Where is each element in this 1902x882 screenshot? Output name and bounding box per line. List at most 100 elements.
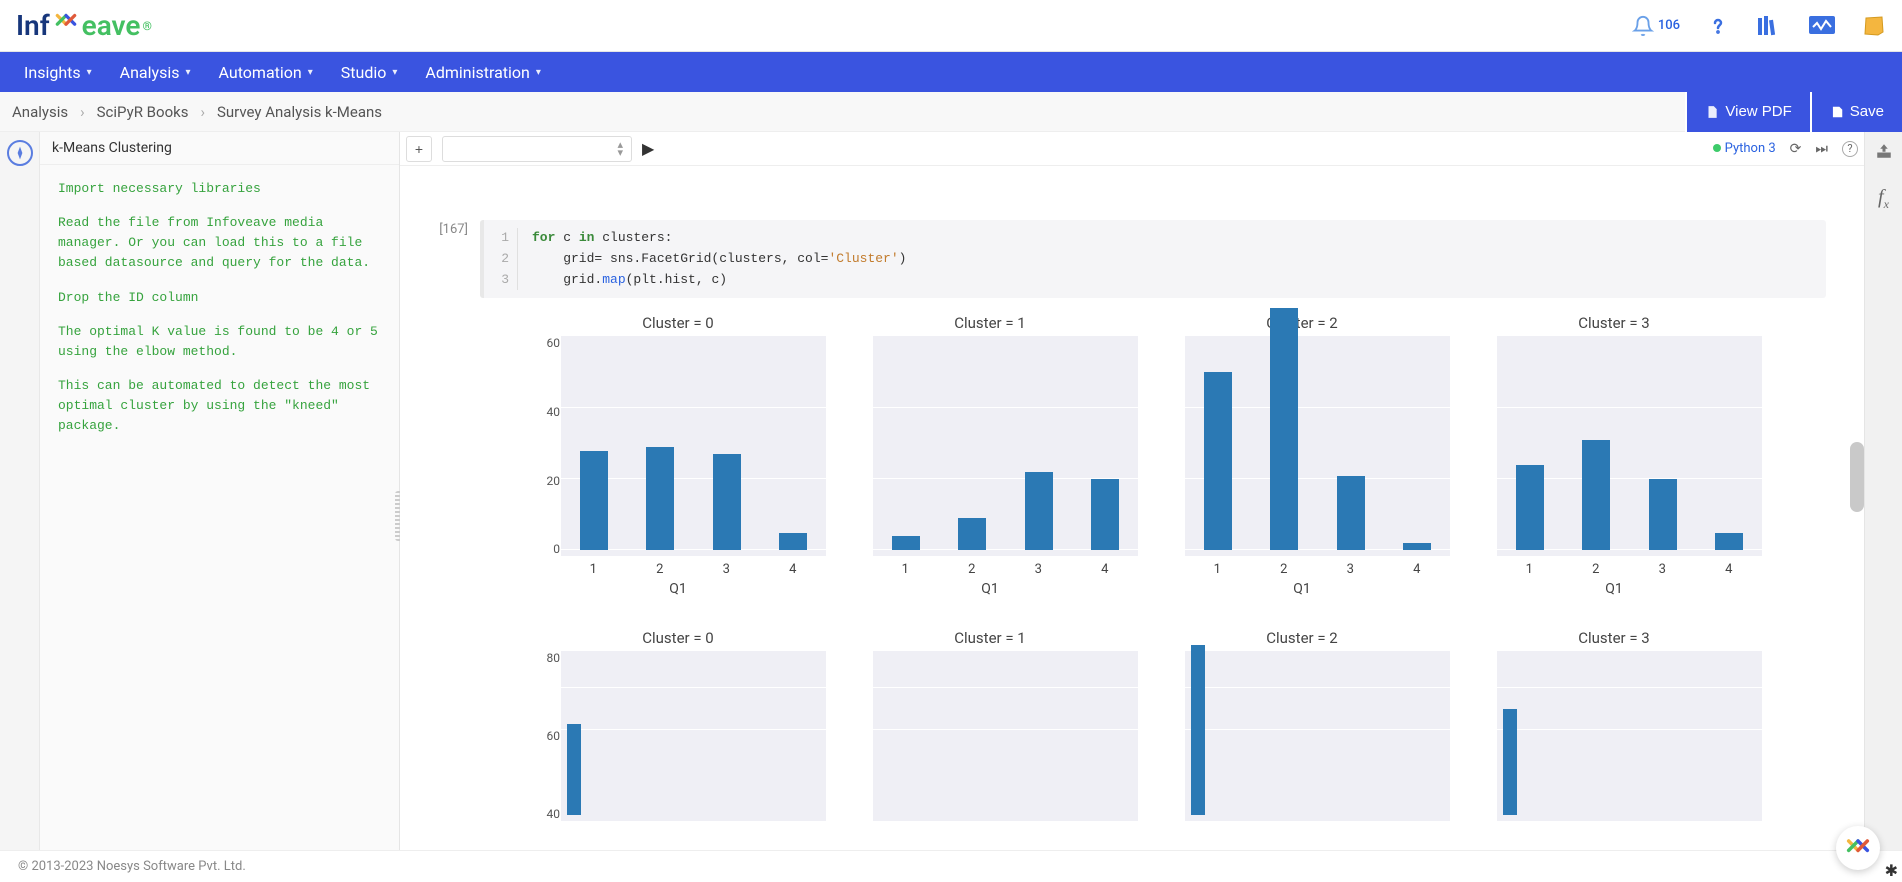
run-all-button[interactable]: ⏭ [1815,141,1828,157]
sidebar-note: Drop the ID column [58,288,381,308]
nav-analysis[interactable]: Analysis▾ [106,52,205,92]
plot-area [1496,336,1762,556]
chart-bar [1204,372,1232,550]
cell-prompt: [167] [420,220,480,831]
line-gutter: 123 [484,228,518,290]
add-cell-button[interactable]: + [406,136,432,162]
plot-area [1496,651,1762,821]
x-axis-label: Q1 [842,577,1138,597]
chart-bar [1025,472,1053,550]
topbar: Inf eave ® 106 [0,0,1902,52]
x-axis: 1234 [1466,556,1762,577]
plot-area [560,336,826,556]
floating-logo-button[interactable] [1836,826,1880,870]
top-icon-bar: 106 [1632,14,1886,38]
chart-bar [1715,533,1743,551]
run-cell-button[interactable]: ▶ [642,139,654,159]
x-axis-label: Q1 [530,577,826,597]
main-area: k-Means Clustering Import necessary libr… [0,132,1902,850]
app-logo[interactable]: Inf eave ® [16,9,152,42]
help-kernel-button[interactable]: ? [1842,141,1858,157]
sidebar-note: Import necessary libraries [58,179,381,199]
chart-bar [1091,479,1119,550]
facet-row: Cluster = 060402001234Q1Cluster = 11234Q… [530,310,1776,597]
sidebar-note: This can be automated to detect the most… [58,376,381,436]
chart-bar [1516,465,1544,551]
cell-output: Cluster = 060402001234Q1Cluster = 11234Q… [480,306,1826,831]
chart-bar [580,451,608,551]
notifications-button[interactable]: 106 [1632,15,1680,37]
notebook-scroll[interactable]: [167] 123 for c in clusters: grid= sns.F… [400,166,1864,850]
breadcrumb-sep: › [80,103,85,121]
footer: © 2013-2023 Noesys Software Pvt. Ltd. [0,850,1902,882]
breadcrumb-item[interactable]: Survey Analysis k-Means [217,103,382,121]
breadcrumb: Analysis › SciPyR Books › Survey Analysi… [12,103,382,121]
save-icon [1830,105,1844,119]
chart-facet: Cluster = 21234Q1 [1154,310,1450,597]
facet-title: Cluster = 0 [530,310,826,336]
facet-title: Cluster = 2 [1154,310,1450,336]
code-text: for c in clusters: grid= sns.FacetGrid(c… [518,228,920,290]
action-buttons: View PDF Save [1685,92,1902,132]
facet-title: Cluster = 1 [842,625,1138,651]
code-cell[interactable]: [167] 123 for c in clusters: grid= sns.F… [420,220,1826,831]
chart-bar [779,533,807,551]
code-editor[interactable]: 123 for c in clusters: grid= sns.FacetGr… [480,220,1826,298]
facet-row: Cluster = 0806040Cluster = 1Cluster = 2C… [530,625,1776,821]
nav-insights[interactable]: Insights▾ [10,52,106,92]
chart-bar [1337,476,1365,551]
plot-area [560,651,826,821]
breadcrumb-sep: › [200,103,205,121]
view-pdf-button[interactable]: View PDF [1685,92,1809,132]
facet-title: Cluster = 3 [1466,625,1762,651]
chart-facet: Cluster = 1 [842,625,1138,821]
weave-logo-icon [53,9,79,42]
x-axis: 1234 [842,556,1138,577]
notification-count: 106 [1658,18,1680,33]
breadcrumb-row: Analysis › SciPyR Books › Survey Analysi… [0,92,1902,132]
refresh-kernel-button[interactable]: ⟳ [1790,141,1802,157]
chart-bar [958,518,986,550]
plot-area [1184,651,1450,821]
chart-bar [1403,543,1431,550]
nav-automation[interactable]: Automation▾ [205,52,327,92]
scrollbar-thumb[interactable] [1850,442,1864,512]
right-rail: fx [1864,132,1902,850]
nav-studio[interactable]: Studio▾ [327,52,412,92]
chart-bar [567,724,581,815]
fx-icon[interactable]: fx [1878,186,1889,212]
monitor-button[interactable] [1808,15,1836,37]
x-axis-label: Q1 [1466,577,1762,597]
kernel-indicator[interactable]: Python 3 [1713,141,1775,156]
chart-facet: Cluster = 3 [1466,625,1762,821]
breadcrumb-item[interactable]: SciPyR Books [97,103,189,121]
chart-bar [646,447,674,550]
sidebar-title: k-Means Clustering [40,132,399,165]
bug-icon[interactable]: ✱ [1885,861,1898,880]
chart-bar [1270,308,1298,551]
x-axis-label: Q1 [1154,577,1450,597]
cell-type-select[interactable]: ▴▾ [442,136,632,162]
sidebar-note: The optimal K value is found to be 4 or … [58,322,381,362]
logo-text-inf: Inf [16,9,50,42]
upload-icon[interactable] [1874,142,1894,164]
copyright: © 2013-2023 Noesys Software Pvt. Ltd. [18,859,246,874]
sticky-note-button[interactable] [1862,14,1886,38]
chart-bar [713,454,741,550]
facet-title: Cluster = 1 [842,310,1138,336]
breadcrumb-item[interactable]: Analysis [12,103,68,121]
main-navbar: Insights▾ Analysis▾ Automation▾ Studio▾ … [0,52,1902,92]
left-rail [0,132,40,850]
chart-facet: Cluster = 31234Q1 [1466,310,1762,597]
save-button[interactable]: Save [1810,92,1902,132]
chart-facet: Cluster = 0806040 [530,625,826,821]
chart-bar [1503,709,1517,815]
notebook-content: + ▴▾ ▶ Python 3 ⟳ ⏭ ? [167] 123 for c in… [400,132,1864,850]
help-button[interactable] [1706,14,1730,38]
compass-icon[interactable] [7,140,33,166]
chevron-down-icon: ▾ [536,67,541,78]
library-button[interactable] [1756,14,1782,38]
nav-administration[interactable]: Administration▾ [411,52,555,92]
logo-reg-mark: ® [142,19,151,33]
chart-facet: Cluster = 060402001234Q1 [530,310,826,597]
